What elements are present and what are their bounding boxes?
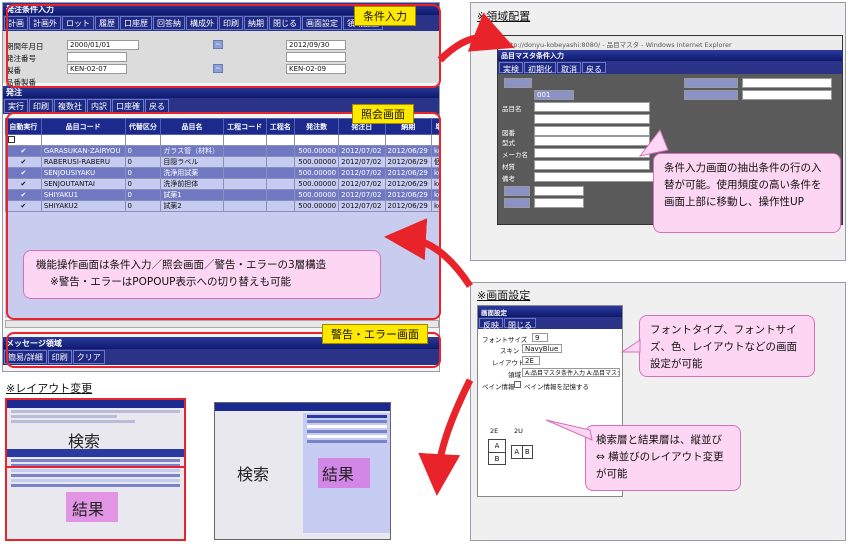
settings-toolbar: 反映 閉じる (478, 317, 622, 330)
pane-check-label: ペイン情報を記憶する (524, 383, 589, 391)
settings-callout-1: フォントタイプ、フォントサイズ、色、レイアウトなどの画面設定が可能 (639, 315, 815, 377)
area-select[interactable]: A:品目マスタ条件入力 A:品目マスタ (522, 368, 620, 377)
area-field-r3[interactable] (742, 90, 832, 100)
vertical-box-b: B (494, 455, 500, 463)
font-size-select[interactable]: 9 (532, 333, 548, 342)
layer-callout: 機能操作画面は条件入力／照会画面／警告・エラーの3層構造 ※警告・エラーはPOP… (23, 250, 381, 299)
layout-change-title: ※レイアウト変更 (6, 382, 93, 395)
skin-label: スキン (500, 347, 520, 355)
layout-select[interactable]: 2E (522, 356, 540, 365)
layout-2e-label: 2E (490, 427, 499, 435)
order-button-3[interactable]: 内訳 (87, 99, 111, 113)
settings-header: 画面設定 (478, 306, 622, 317)
area-label-1: 図番 (502, 129, 515, 137)
area-button-0[interactable]: 実検 (499, 62, 523, 74)
area-field-1[interactable] (534, 126, 650, 136)
area-field-7[interactable] (504, 198, 530, 208)
area-field-r1[interactable] (684, 90, 738, 100)
screen-settings-panel: ※画面設定 画面設定 反映 閉じる フォントサイズ 9 スキン NavyBlue … (470, 282, 846, 541)
order-button-1[interactable]: 印刷 (29, 99, 53, 113)
area-label-4: 材質 (502, 163, 515, 171)
layer-callout-line2: ※警告・エラーはPOPOUP表示への切り替えも可能 (50, 276, 292, 288)
order-button-4[interactable]: 口座確 (112, 99, 144, 113)
area-field-3[interactable] (534, 148, 650, 158)
horizontal-search-label: 検索 (237, 465, 270, 484)
area-button-3[interactable]: 戻る (582, 62, 606, 74)
area-field-6[interactable] (504, 186, 530, 196)
settings-callout-2: 検索層と結果層は、縦並び ⇔ 横並びのレイアウト変更が可能 (585, 425, 741, 491)
horizontal-box-a: A (512, 446, 523, 458)
skin-select[interactable]: NavyBlue (522, 344, 562, 353)
order-button-0[interactable]: 実行 (4, 99, 28, 113)
area-button-1[interactable]: 初期化 (524, 62, 556, 74)
horizontal-result-label: 結果 (322, 465, 355, 484)
vertical-box-a: A (489, 440, 505, 453)
area-label-5: 備考 (502, 175, 515, 183)
area-field-0[interactable] (534, 102, 650, 112)
layout-horizontal-option[interactable]: A B (511, 445, 533, 459)
area-placement-panel: ※領域配置 http://donyu-kobeyashi:8080/ - 品目マ… (470, 2, 846, 261)
area-label-0: 品目名 (502, 105, 522, 113)
area-placement-title: ※領域配置 (477, 10, 531, 23)
area-field-0b[interactable] (534, 114, 650, 124)
area-window-titlebar: http://donyu-kobeyashi:8080/ - 品目マスタ - W… (498, 36, 842, 50)
tag-warn-error: 警告・エラー画面 (322, 324, 428, 344)
layout-vertical-option[interactable]: A B (488, 439, 506, 465)
layout-2u-label: 2U (514, 427, 523, 435)
settings-button-0[interactable]: 反映 (479, 318, 503, 330)
area-callout: 条件入力画面の抽出条件の行の入替が可能。使用頻度の高い条件を画面上部に移動し、操… (653, 153, 841, 233)
vertical-search-label: 検索 (68, 432, 101, 451)
font-size-label: フォントサイズ (482, 336, 528, 344)
area-field-r2[interactable] (742, 78, 832, 88)
settings-button-1[interactable]: 閉じる (504, 318, 536, 330)
screen-settings-title: ※画面設定 (477, 289, 531, 302)
pane-checkbox[interactable] (514, 381, 521, 388)
area-field-2[interactable] (534, 136, 650, 146)
area-field-value[interactable]: 001 (534, 90, 574, 100)
horizontal-box-b: B (524, 448, 530, 456)
area-field-top1[interactable] (504, 78, 532, 88)
area-field-8[interactable] (534, 186, 584, 196)
area-header: 品目マスタ条件入力 (498, 50, 842, 61)
area-label-3: メーカ名 (502, 151, 528, 159)
layer-callout-line1: 機能操作画面は条件入力／照会画面／警告・エラーの3層構造 (36, 259, 327, 271)
area-label-2: 型式 (502, 139, 515, 147)
tag-inquiry: 照会画面 (352, 104, 414, 124)
area-field-4[interactable] (534, 160, 650, 170)
area-field-r0[interactable] (684, 78, 738, 88)
area-field-9[interactable] (534, 198, 584, 208)
pane-label: ペイン情報 (482, 383, 515, 391)
layout-label: レイアウト (492, 359, 525, 367)
area-select-label: 領域 (508, 371, 521, 379)
order-button-2[interactable]: 複数社 (54, 99, 86, 113)
area-toolbar: 実検 初期化 取消 戻る (498, 61, 842, 74)
order-button-5[interactable]: 戻る (145, 99, 169, 113)
arrow-settings-to-layout (418, 378, 474, 496)
vertical-result-label: 結果 (72, 500, 105, 519)
area-button-2[interactable]: 取消 (557, 62, 581, 74)
tag-cond-input: 条件入力 (354, 6, 416, 26)
